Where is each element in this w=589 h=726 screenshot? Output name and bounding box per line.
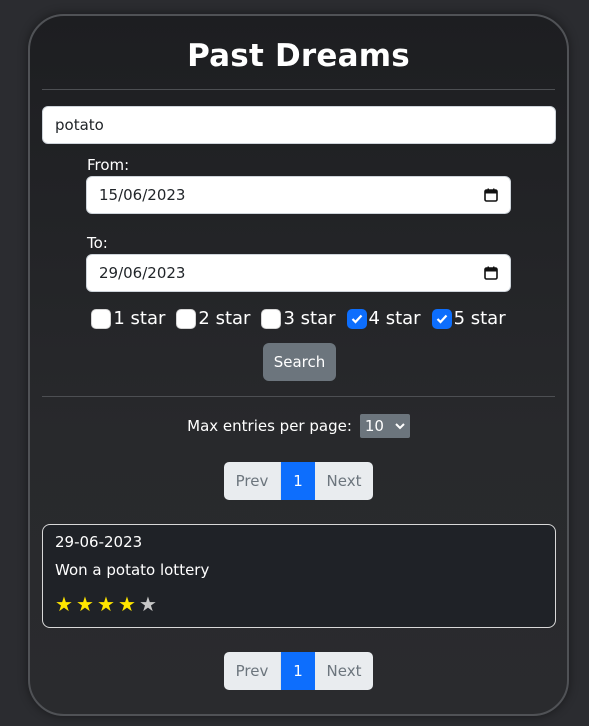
calendar-icon[interactable] (484, 188, 498, 202)
page-1-button[interactable]: 1 (281, 462, 315, 500)
calendar-icon[interactable] (484, 266, 498, 280)
prev-button[interactable]: Prev (224, 462, 281, 500)
entry-text: Won a potato lottery (55, 561, 210, 579)
star-filter-label: 4 star (368, 308, 421, 329)
star-filter-4[interactable]: 4 star (346, 308, 421, 329)
next-button[interactable]: Next (315, 462, 373, 500)
star-filter-label: 5 star (453, 308, 506, 329)
star-icon: ★ (139, 592, 157, 616)
check-icon (436, 314, 447, 324)
max-entries-value: 10 (364, 417, 384, 435)
divider-top (42, 89, 555, 90)
page-1-button[interactable]: 1 (281, 652, 315, 690)
star-icon: ★ (76, 592, 94, 616)
max-entries-row: Max entries per page: 10 (30, 414, 567, 438)
pagination-top: Prev 1 Next (224, 462, 373, 500)
divider-middle (42, 396, 555, 397)
from-date-field[interactable]: 15/06/2023 (86, 176, 511, 214)
chevron-down-icon (395, 423, 405, 430)
max-entries-label: Max entries per page: (187, 417, 352, 435)
star-filter-label: 3 star (283, 308, 336, 329)
from-label: From: (87, 156, 130, 174)
star-filter-1[interactable]: 1 star (91, 308, 165, 329)
page-title: Past Dreams (187, 38, 410, 74)
from-date-value: 15/06/2023 (99, 186, 186, 204)
star-filter-5[interactable]: 5 star (431, 308, 506, 329)
check-icon (351, 314, 362, 324)
star-icon: ★ (97, 592, 115, 616)
prev-button[interactable]: Prev (224, 652, 281, 690)
next-button[interactable]: Next (315, 652, 373, 690)
search-input-value: potato (55, 116, 104, 134)
star-filter-group: 1 star 2 star 3 star 4 star 5 star (30, 308, 567, 329)
dreams-card: Past Dreams potato From: 15/06/2023 To: … (28, 14, 569, 716)
checkbox[interactable] (261, 308, 282, 329)
star-filter-label: 2 star (198, 308, 251, 329)
dream-entry[interactable]: 29-06-2023 Won a potato lottery ★ ★ ★ ★ … (42, 524, 556, 628)
pagination-bottom: Prev 1 Next (224, 652, 373, 690)
max-entries-select[interactable]: 10 (359, 414, 410, 438)
to-date-field[interactable]: 29/06/2023 (86, 254, 511, 292)
entry-date: 29-06-2023 (55, 533, 143, 551)
star-filter-2[interactable]: 2 star (176, 308, 250, 329)
to-date-value: 29/06/2023 (99, 264, 186, 282)
checkbox[interactable] (431, 308, 452, 329)
checkbox[interactable] (176, 308, 197, 329)
to-label: To: (87, 234, 108, 252)
entry-rating: ★ ★ ★ ★ ★ (54, 592, 158, 616)
star-icon: ★ (55, 592, 73, 616)
star-filter-label: 1 star (113, 308, 166, 329)
checkbox[interactable] (346, 308, 367, 329)
checkbox[interactable] (91, 308, 112, 329)
search-input[interactable]: potato (42, 106, 556, 144)
star-icon: ★ (118, 592, 136, 616)
star-filter-3[interactable]: 3 star (261, 308, 336, 329)
search-button[interactable]: Search (263, 343, 336, 381)
